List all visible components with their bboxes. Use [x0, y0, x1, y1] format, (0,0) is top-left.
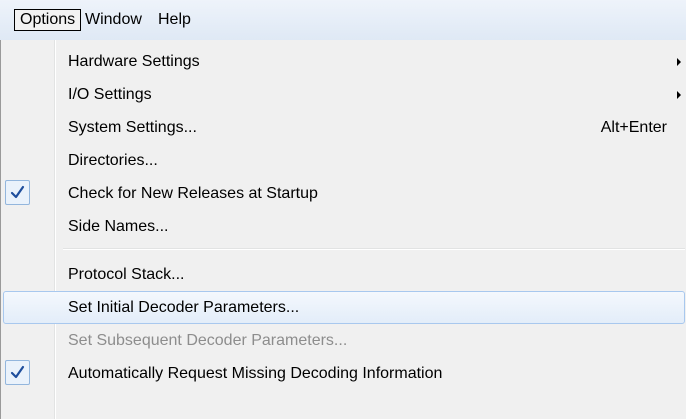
menu-item-auto-request-missing-decoding[interactable]: Automatically Request Missing Decoding I…	[3, 357, 685, 390]
menu-separator	[63, 248, 685, 250]
menu-item-label: System Settings...	[68, 119, 197, 136]
menu-options[interactable]: Options	[14, 9, 82, 31]
menu-item-directories[interactable]: Directories...	[3, 144, 685, 177]
checkmark-icon	[5, 360, 30, 385]
menu-item-label: Check for New Releases at Startup	[68, 185, 318, 202]
menu-item-io-settings[interactable]: I/O Settings	[3, 78, 685, 111]
options-dropdown-menu: Hardware Settings I/O Settings System Se…	[0, 40, 686, 419]
menu-item-check-new-releases[interactable]: Check for New Releases at Startup	[3, 177, 685, 210]
menu-item-set-initial-decoder-parameters[interactable]: Set Initial Decoder Parameters...	[3, 291, 685, 324]
menu-window[interactable]: Window	[80, 9, 147, 31]
submenu-arrow-icon	[677, 58, 681, 66]
submenu-arrow-icon	[677, 91, 681, 99]
menu-item-label: Hardware Settings	[68, 53, 200, 70]
menu-item-system-settings[interactable]: System Settings... Alt+Enter	[3, 111, 685, 144]
menu-item-label: Set Initial Decoder Parameters...	[68, 299, 300, 316]
menu-bar: Options Window Help	[0, 0, 686, 41]
menu-item-protocol-stack[interactable]: Protocol Stack...	[3, 258, 685, 291]
menu-item-label: Directories...	[68, 152, 158, 169]
menu-item-label: Protocol Stack...	[68, 266, 185, 283]
menu-item-label: Side Names...	[68, 218, 169, 235]
menu-item-label: Automatically Request Missing Decoding I…	[68, 365, 443, 382]
menu-item-side-names[interactable]: Side Names...	[3, 210, 685, 243]
menu-item-set-subsequent-decoder-parameters: Set Subsequent Decoder Parameters...	[3, 324, 685, 357]
menu-help[interactable]: Help	[153, 9, 196, 31]
menu-item-hardware-settings[interactable]: Hardware Settings	[3, 45, 685, 78]
shortcut-label: Alt+Enter	[600, 119, 667, 136]
menu-item-label: Set Subsequent Decoder Parameters...	[68, 332, 348, 349]
menu-item-label: I/O Settings	[68, 86, 152, 103]
checkmark-icon	[5, 180, 30, 205]
